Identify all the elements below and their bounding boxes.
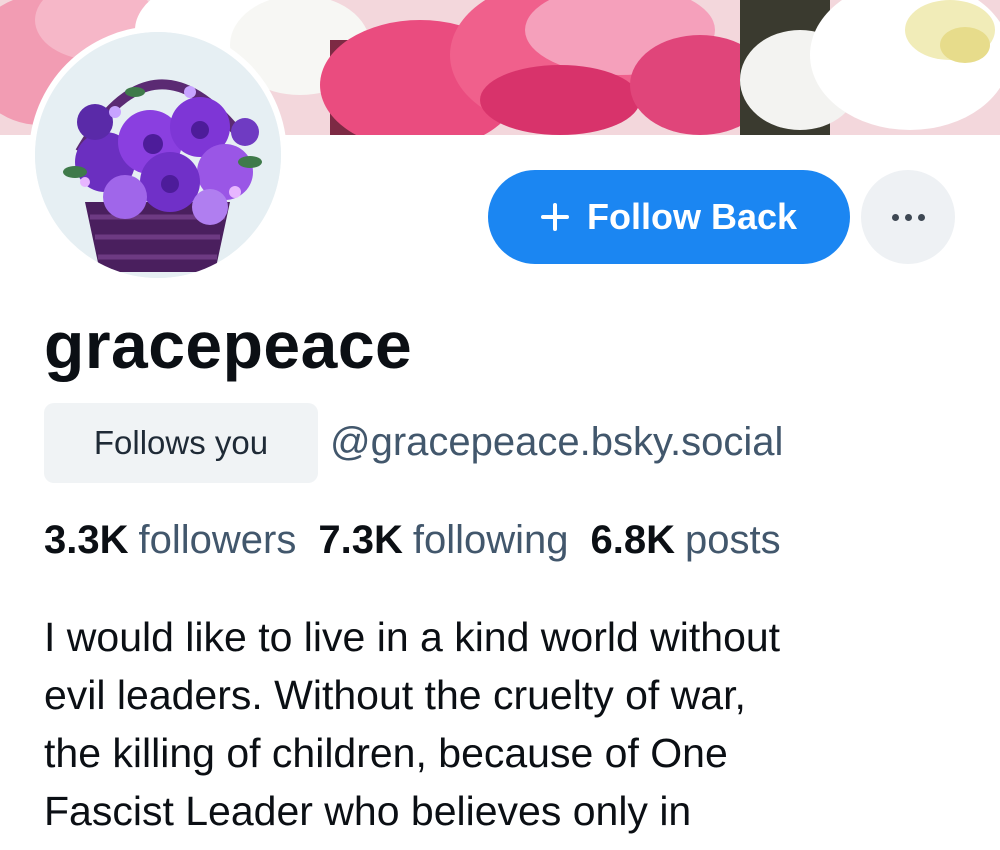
followers-count: 3.3K	[44, 518, 129, 562]
profile-handle[interactable]: @gracepeace.bsky.social	[330, 418, 783, 466]
following-label: following	[412, 518, 569, 562]
profile-stats: 3.3K followers 7.3K following 6.8K posts	[44, 516, 781, 564]
posts-stat: 6.8K posts	[591, 516, 781, 564]
following-stat[interactable]: 7.3K following	[318, 516, 568, 564]
profile-bio: I would like to live in a kind world wit…	[44, 614, 781, 834]
posts-label: posts	[685, 518, 781, 562]
avatar-image	[35, 32, 281, 278]
follows-you-badge: Follows you	[44, 403, 318, 483]
follow-back-button[interactable]: Follow Back	[488, 170, 850, 264]
followers-label: followers	[138, 518, 297, 562]
following-count: 7.3K	[318, 518, 403, 562]
followers-stat[interactable]: 3.3K followers	[44, 516, 296, 564]
plus-icon	[540, 203, 569, 231]
posts-count: 6.8K	[590, 518, 676, 562]
ellipsis-icon	[891, 213, 925, 221]
follow-back-label: Follow Back	[586, 196, 798, 237]
flower-basket-image	[35, 32, 281, 278]
more-options-button[interactable]	[861, 170, 955, 264]
display-name: gracepeace	[44, 308, 413, 382]
avatar[interactable]	[29, 26, 287, 284]
